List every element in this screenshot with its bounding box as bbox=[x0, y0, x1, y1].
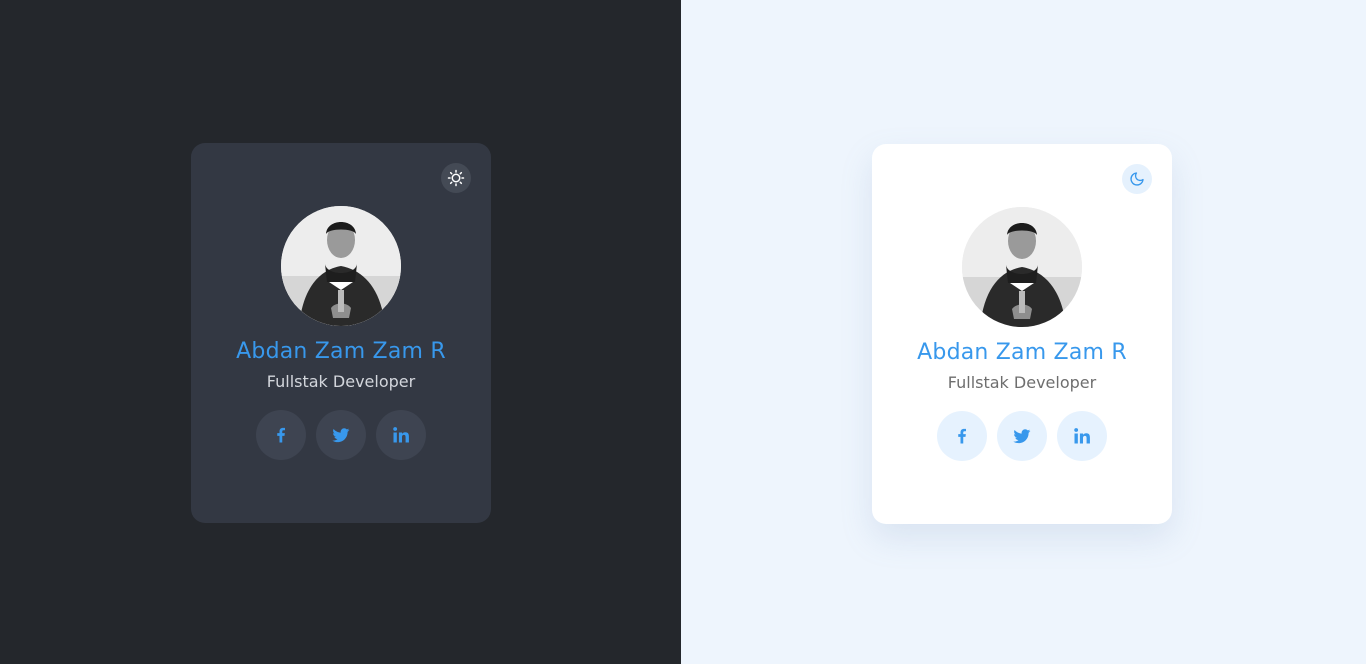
profile-name: Abdan Zam Zam R bbox=[917, 340, 1127, 365]
theme-toggle-button[interactable] bbox=[441, 163, 471, 193]
light-theme-panel: Abdan Zam Zam R Fullstak Developer bbox=[681, 0, 1366, 664]
profile-name: Abdan Zam Zam R bbox=[236, 339, 446, 364]
sun-icon bbox=[447, 169, 465, 187]
dark-theme-panel: Abdan Zam Zam R Fullstak Developer bbox=[0, 0, 681, 664]
profile-role: Fullstak Developer bbox=[947, 373, 1097, 392]
facebook-button[interactable] bbox=[256, 410, 306, 460]
facebook-icon bbox=[277, 427, 285, 443]
theme-toggle-button[interactable] bbox=[1122, 164, 1152, 194]
social-links bbox=[872, 411, 1172, 461]
twitter-button[interactable] bbox=[997, 411, 1047, 461]
profile-role: Fullstak Developer bbox=[266, 372, 416, 391]
social-links bbox=[191, 410, 491, 460]
facebook-button[interactable] bbox=[937, 411, 987, 461]
linkedin-button[interactable] bbox=[1057, 411, 1107, 461]
profile-card-light: Abdan Zam Zam R Fullstak Developer bbox=[872, 144, 1172, 524]
linkedin-icon bbox=[393, 427, 409, 443]
linkedin-button[interactable] bbox=[376, 410, 426, 460]
moon-icon bbox=[1130, 172, 1144, 186]
linkedin-icon bbox=[1074, 428, 1090, 444]
twitter-icon bbox=[1013, 429, 1031, 444]
twitter-button[interactable] bbox=[316, 410, 366, 460]
avatar bbox=[962, 207, 1082, 327]
twitter-icon bbox=[332, 428, 350, 443]
profile-card-dark: Abdan Zam Zam R Fullstak Developer bbox=[191, 143, 491, 523]
avatar bbox=[281, 206, 401, 326]
facebook-icon bbox=[958, 428, 966, 444]
